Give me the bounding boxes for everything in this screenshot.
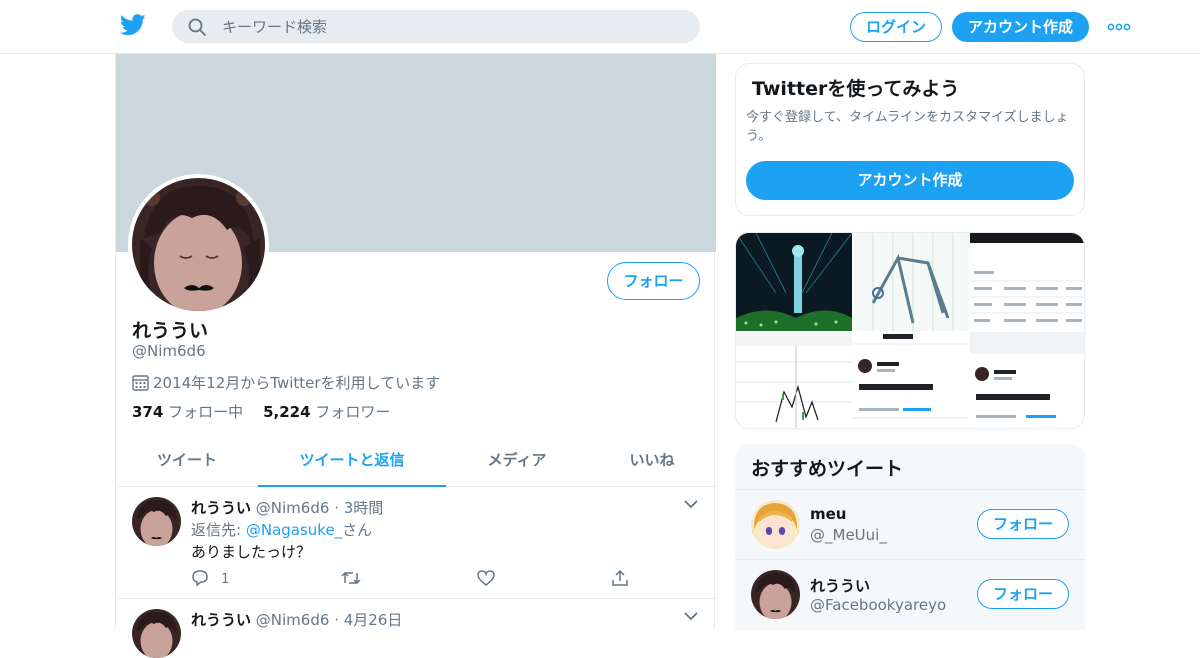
tweet-author-name[interactable]: れううい	[191, 611, 251, 629]
tab-tweets-replies[interactable]: ツイートと返信	[258, 434, 446, 487]
avatar-photo	[132, 178, 265, 315]
following-count: 374	[132, 403, 164, 421]
like-action[interactable]	[477, 569, 495, 589]
media-thumb-chart[interactable]	[736, 332, 852, 429]
chevron-down-icon[interactable]	[684, 611, 698, 621]
tweet-header: れううい @Nim6d6 · 4月26日	[191, 609, 402, 630]
media-thumb-tweet-screenshot[interactable]	[853, 332, 969, 429]
signup-card-title: Twitterを使ってみよう	[752, 78, 960, 100]
recommended-user-row[interactable]: meu @_MeUui_ フォロー	[735, 489, 1085, 559]
recommended-follow-button[interactable]: フォロー	[977, 579, 1069, 609]
reply-icon	[192, 570, 208, 587]
media-thumb-concert[interactable]	[736, 233, 852, 331]
recommended-user-name[interactable]: れううい	[810, 575, 870, 596]
heart-icon	[477, 570, 495, 586]
login-button[interactable]: ログイン	[850, 12, 942, 42]
joined-date: 2014年12月からTwitterを利用しています	[132, 372, 440, 393]
media-thumb-tweet-screenshot[interactable]	[970, 332, 1085, 429]
recommended-user-name[interactable]: meu	[810, 505, 846, 523]
profile-column: フォロー れううい @Nim6d6 2014年12月からTwitterを利用して…	[115, 54, 716, 658]
tweet-item[interactable]: れううい @Nim6d6 · 3時間 返信先: @Nagasuke_さん ありま…	[116, 487, 716, 599]
tab-tweets[interactable]: ツイート	[116, 434, 258, 487]
search-input[interactable]	[222, 10, 682, 43]
media-thumbnails	[735, 232, 1085, 429]
tweet-author-name[interactable]: れううい	[191, 499, 251, 517]
chevron-down-icon[interactable]	[684, 499, 698, 509]
tab-likes[interactable]: いいね	[588, 434, 716, 487]
media-thumb-table[interactable]	[970, 233, 1085, 331]
retweet-icon	[341, 571, 361, 585]
follow-stats: 374 フォロー中 5,224 フォロワー	[132, 401, 390, 422]
tweet-separator: ·	[334, 499, 339, 517]
search-icon	[188, 18, 206, 36]
calendar-icon	[132, 375, 149, 391]
tweet-separator: ·	[334, 611, 339, 629]
tweet-time[interactable]: 4月26日	[344, 611, 403, 629]
signup-button[interactable]: アカウント作成	[952, 12, 1089, 42]
signup-card-button[interactable]: アカウント作成	[746, 161, 1074, 200]
following-stat[interactable]: 374 フォロー中	[132, 403, 243, 421]
reply-mention-link[interactable]: @Nagasuke_	[246, 521, 342, 539]
tweet-header: れううい @Nim6d6 · 3時間	[191, 497, 383, 518]
reply-context: 返信先: @Nagasuke_さん	[191, 519, 372, 540]
signup-card-description: 今すぐ登録して、タイムラインをカスタマイズしましょう。	[746, 110, 1069, 144]
tweet-actions: 1	[191, 569, 651, 589]
reply-prefix: 返信先:	[191, 521, 242, 539]
followers-count: 5,224	[263, 403, 311, 421]
profile-tabs: ツイート ツイートと返信 メディア いいね	[116, 434, 716, 487]
twitter-bird-icon[interactable]	[120, 14, 146, 36]
reply-suffix: さん	[342, 521, 373, 539]
top-navigation-bar: ログイン アカウント作成	[0, 0, 1200, 54]
following-label: フォロー中	[168, 403, 244, 421]
share-action[interactable]	[611, 569, 629, 589]
reply-count: 1	[221, 572, 230, 587]
media-thumb-sketch[interactable]	[853, 233, 969, 331]
share-icon	[612, 569, 628, 586]
profile-name: れううい	[132, 320, 209, 342]
recommended-user-handle[interactable]: @_MeUui_	[810, 526, 887, 544]
profile-avatar[interactable]	[128, 174, 269, 315]
tweet-author-handle[interactable]: @Nim6d6	[256, 611, 330, 629]
followers-label: フォロワー	[315, 403, 391, 421]
followers-stat[interactable]: 5,224 フォロワー	[263, 403, 390, 421]
recommended-follow-button[interactable]: フォロー	[977, 509, 1069, 539]
recommended-user-row[interactable]: れううい @Facebookyareyo フォロー	[735, 559, 1085, 629]
tweet-avatar[interactable]	[132, 497, 181, 546]
tweet-author-handle[interactable]: @Nim6d6	[256, 499, 330, 517]
tweet-item[interactable]: れううい @Nim6d6 · 4月26日	[116, 599, 716, 658]
follow-button[interactable]: フォロー	[607, 262, 700, 300]
search-box[interactable]	[172, 10, 700, 43]
recommended-title: おすすめツイート	[751, 458, 904, 480]
retweet-action[interactable]	[341, 569, 361, 589]
more-dots-icon[interactable]	[1107, 23, 1131, 31]
recommended-user-avatar[interactable]	[751, 500, 800, 549]
recommended-tweets-panel: おすすめツイート meu @_MeUui_ フォロー れううい @Faceboo…	[735, 444, 1085, 630]
recommended-user-avatar[interactable]	[751, 570, 800, 619]
joined-text: 2014年12月からTwitterを利用しています	[153, 374, 441, 392]
signup-card: Twitterを使ってみよう 今すぐ登録して、タイムラインをカスタマイズしましょ…	[735, 63, 1085, 216]
profile-handle: @Nim6d6	[132, 342, 206, 360]
reply-action[interactable]: 1	[191, 569, 229, 589]
tweet-time[interactable]: 3時間	[344, 499, 384, 517]
tweet-text: ありましたっけ？	[191, 543, 312, 561]
tab-media[interactable]: メディア	[446, 434, 588, 487]
tweet-avatar[interactable]	[132, 609, 181, 658]
recommended-user-handle[interactable]: @Facebookyareyo	[810, 596, 946, 614]
